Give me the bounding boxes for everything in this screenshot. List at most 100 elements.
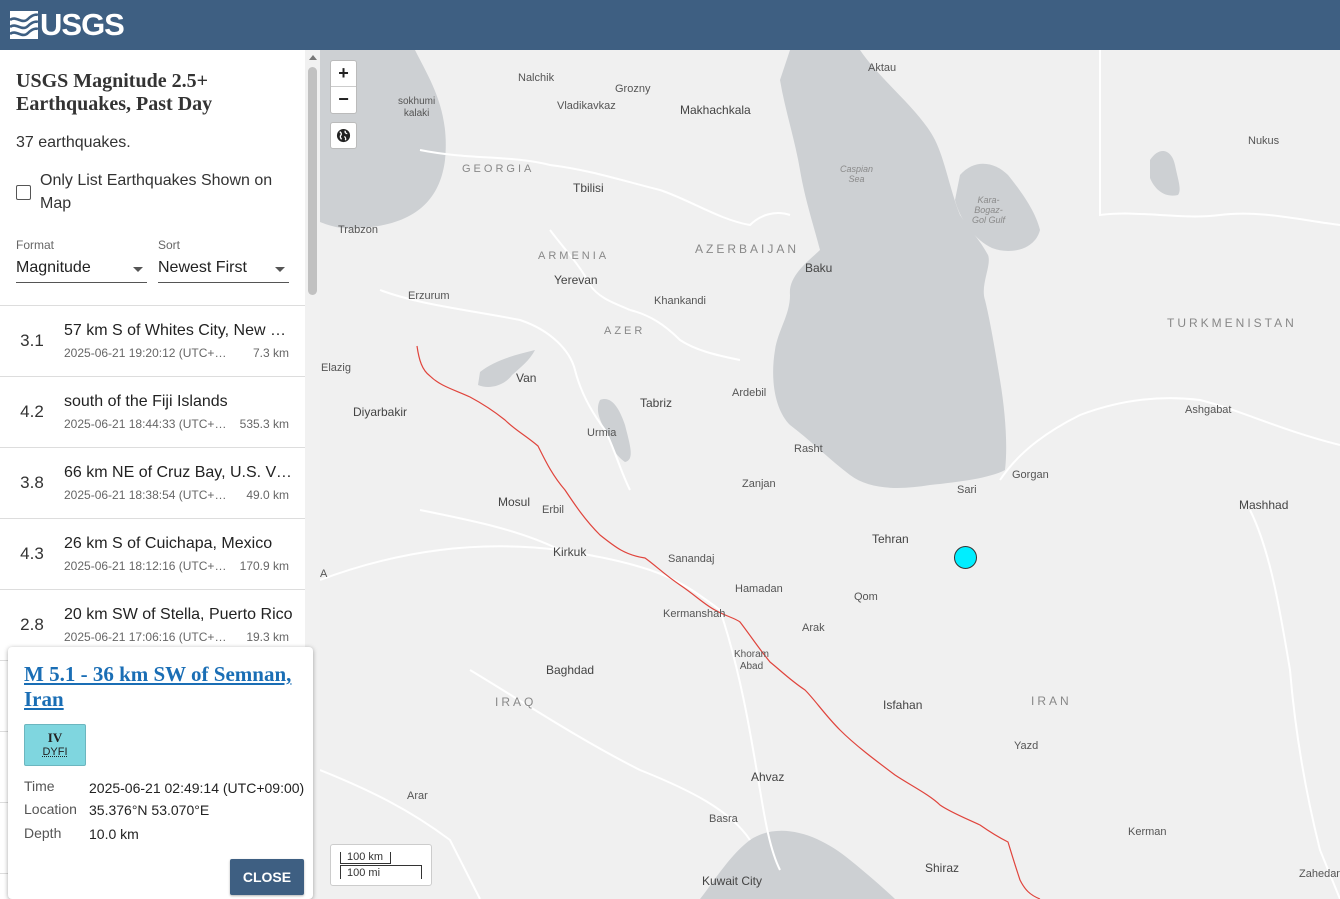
map-label-qom: Qom bbox=[854, 591, 878, 603]
earthquake-depth: 7.3 km bbox=[252, 346, 289, 360]
popup-location-label: Location bbox=[24, 801, 77, 817]
only-list-shown-toggle[interactable]: Only List Earthquakes Shown on Map bbox=[16, 169, 296, 215]
dyfi-intensity: IV bbox=[47, 730, 63, 745]
map-label-basra: Basra bbox=[709, 813, 738, 825]
earthquake-time: 2025-06-21 18:38:54 (UTC+09:00) bbox=[64, 488, 232, 502]
map-label-ardebil: Ardebil bbox=[732, 387, 767, 399]
map-label-erzurum: Erzurum bbox=[408, 290, 450, 302]
map-label-iraq: IRAQ bbox=[495, 695, 537, 709]
map-label-zanjan: Zanjan bbox=[742, 478, 776, 490]
map-label-kirkuk: Kirkuk bbox=[553, 545, 587, 559]
format-select-wrap: Format Magnitude bbox=[16, 238, 147, 283]
popup-time-label: Time bbox=[24, 778, 55, 794]
earthquake-place: 57 km S of Whites City, New Mexico bbox=[64, 322, 294, 339]
popup-depth-label: Depth bbox=[24, 825, 62, 841]
map-label-erbil: Erbil bbox=[542, 504, 565, 516]
format-label: Format bbox=[16, 238, 55, 252]
scrollbar-thumb[interactable] bbox=[308, 67, 317, 295]
map-label-turkmenistan: TURKMENISTAN bbox=[1167, 316, 1297, 330]
map-basemap bbox=[320, 50, 1340, 899]
map-label-kuwait-city: Kuwait City bbox=[702, 874, 763, 888]
map-label-gorgan: Gorgan bbox=[1012, 469, 1049, 481]
usgs-logo[interactable]: USGS bbox=[10, 7, 125, 42]
map-label-mashhad: Mashhad bbox=[1239, 498, 1289, 512]
map-label-kermanshah: Kermanshah bbox=[663, 608, 726, 620]
scale-km: 100 km bbox=[340, 852, 391, 864]
map-label-sanandaj: Sanandaj bbox=[668, 553, 715, 565]
earthquake-popup: M 5.1 - 36 km SW of Semnan, Iran IV DYFI… bbox=[8, 647, 313, 899]
map-label-diyarbakir: Diyarbakir bbox=[353, 405, 408, 419]
zoom-control: + − bbox=[330, 60, 357, 114]
earthquake-list-item[interactable]: 4.3 26 km S of Cuichapa, Mexico 2025-06-… bbox=[0, 519, 305, 590]
map-label-nalchik: Nalchik bbox=[518, 72, 555, 84]
zoom-out-button[interactable]: − bbox=[331, 87, 356, 113]
map-label-elazig: Elazig bbox=[321, 362, 351, 374]
map-label-rasht: Rasht bbox=[794, 443, 823, 455]
dyfi-badge[interactable]: IV DYFI bbox=[24, 724, 86, 766]
basemap-globe-button[interactable] bbox=[330, 122, 357, 149]
usgs-logo-text: USGS bbox=[40, 7, 125, 42]
close-button[interactable]: CLOSE bbox=[230, 859, 304, 895]
map-label-khankandi: Khankandi bbox=[654, 295, 706, 307]
map-label-iran: IRAN bbox=[1031, 694, 1072, 708]
map-label-azer: AZER bbox=[604, 325, 646, 337]
map-label-kara-bogaz-gol: Kara- Bogaz- Gol Gulf bbox=[972, 195, 1006, 225]
earthquake-depth: 49.0 km bbox=[246, 488, 289, 502]
earthquake-place: 66 km NE of Cruz Bay, U.S. Virgin Island… bbox=[64, 464, 294, 481]
earthquake-place: south of the Fiji Islands bbox=[64, 393, 228, 410]
usgs-wave-icon bbox=[10, 11, 38, 39]
earthquake-count: 37 earthquakes. bbox=[16, 134, 131, 151]
map-view[interactable]: Aktau Nalchik Grozny Vladikavkaz Makhach… bbox=[320, 50, 1340, 899]
earthquake-marker[interactable] bbox=[954, 546, 977, 569]
earthquake-magnitude: 4.3 bbox=[20, 544, 44, 563]
map-label-arak: Arak bbox=[802, 622, 825, 634]
sort-select-wrap: Sort Newest First bbox=[158, 238, 289, 283]
scale-mi: 100 mi bbox=[340, 865, 422, 879]
map-label-kerman: Kerman bbox=[1128, 826, 1167, 838]
earthquake-depth: 19.3 km bbox=[246, 630, 289, 644]
map-label-caspian-sea: Caspian Sea bbox=[840, 164, 874, 184]
map-label-yazd: Yazd bbox=[1014, 740, 1039, 752]
header-bar: USGS bbox=[0, 0, 1340, 50]
earthquake-magnitude: 3.1 bbox=[20, 331, 44, 350]
earthquake-magnitude: 3.8 bbox=[20, 473, 44, 492]
earthquake-time: 2025-06-21 18:12:16 (UTC+09:00) bbox=[64, 559, 232, 573]
dropdown-arrow-icon bbox=[133, 267, 143, 272]
dropdown-arrow-icon bbox=[275, 267, 285, 272]
map-label-azerbaijan: AZERBAIJAN bbox=[695, 242, 800, 256]
map-label-baghdad: Baghdad bbox=[546, 663, 595, 677]
scroll-up-arrow-icon[interactable] bbox=[309, 55, 317, 60]
only-list-checkbox[interactable] bbox=[16, 185, 31, 200]
map-label-van: Van bbox=[516, 371, 537, 385]
globe-icon bbox=[336, 128, 351, 143]
popup-depth-value: 10.0 km bbox=[89, 826, 139, 842]
zoom-in-button[interactable]: + bbox=[331, 61, 356, 87]
map-label-trabzon: Trabzon bbox=[338, 224, 378, 236]
map-label-aktau: Aktau bbox=[868, 62, 897, 74]
map-label-ashgabat: Ashgabat bbox=[1185, 404, 1232, 416]
earthquake-place: 26 km S of Cuichapa, Mexico bbox=[64, 535, 273, 552]
map-label-urmia: Urmia bbox=[587, 427, 617, 439]
map-label-sokhumi: sokhumi kalaki bbox=[398, 96, 436, 119]
sort-select[interactable]: Newest First bbox=[158, 257, 289, 283]
format-select[interactable]: Magnitude bbox=[16, 257, 147, 283]
earthquake-depth: 535.3 km bbox=[239, 417, 289, 431]
map-label-tbilisi: Tbilisi bbox=[573, 181, 604, 195]
feed-title: USGS Magnitude 2.5+ Earthquakes, Past Da… bbox=[16, 70, 213, 115]
popup-time-value: 2025-06-21 02:49:14 (UTC+09:00) bbox=[89, 780, 305, 796]
sort-value: Newest First bbox=[158, 259, 247, 276]
earthquake-depth: 170.9 km bbox=[239, 559, 289, 573]
map-label-arar: Arar bbox=[407, 790, 428, 802]
map-label-shiraz: Shiraz bbox=[925, 861, 960, 875]
map-label-mosul: Mosul bbox=[498, 495, 531, 509]
map-label-edge: A bbox=[320, 568, 328, 580]
map-label-khoram-abad: Khoram Abad bbox=[734, 649, 770, 672]
earthquake-list-item[interactable]: 4.2 south of the Fiji Islands 2025-06-21… bbox=[0, 377, 305, 448]
earthquake-place: 20 km SW of Stella, Puerto Rico bbox=[64, 606, 293, 623]
popup-title-link[interactable]: M 5.1 - 36 km SW of Semnan, Iran bbox=[24, 662, 299, 712]
dyfi-label: DYFI bbox=[42, 746, 68, 758]
map-label-yerevan: Yerevan bbox=[554, 273, 598, 287]
earthquake-list-item[interactable]: 3.8 66 km NE of Cruz Bay, U.S. Virgin Is… bbox=[0, 448, 305, 519]
map-label-armenia: ARMENIA bbox=[538, 250, 610, 262]
earthquake-list-item[interactable]: 3.1 57 km S of Whites City, New Mexico 2… bbox=[0, 306, 305, 377]
